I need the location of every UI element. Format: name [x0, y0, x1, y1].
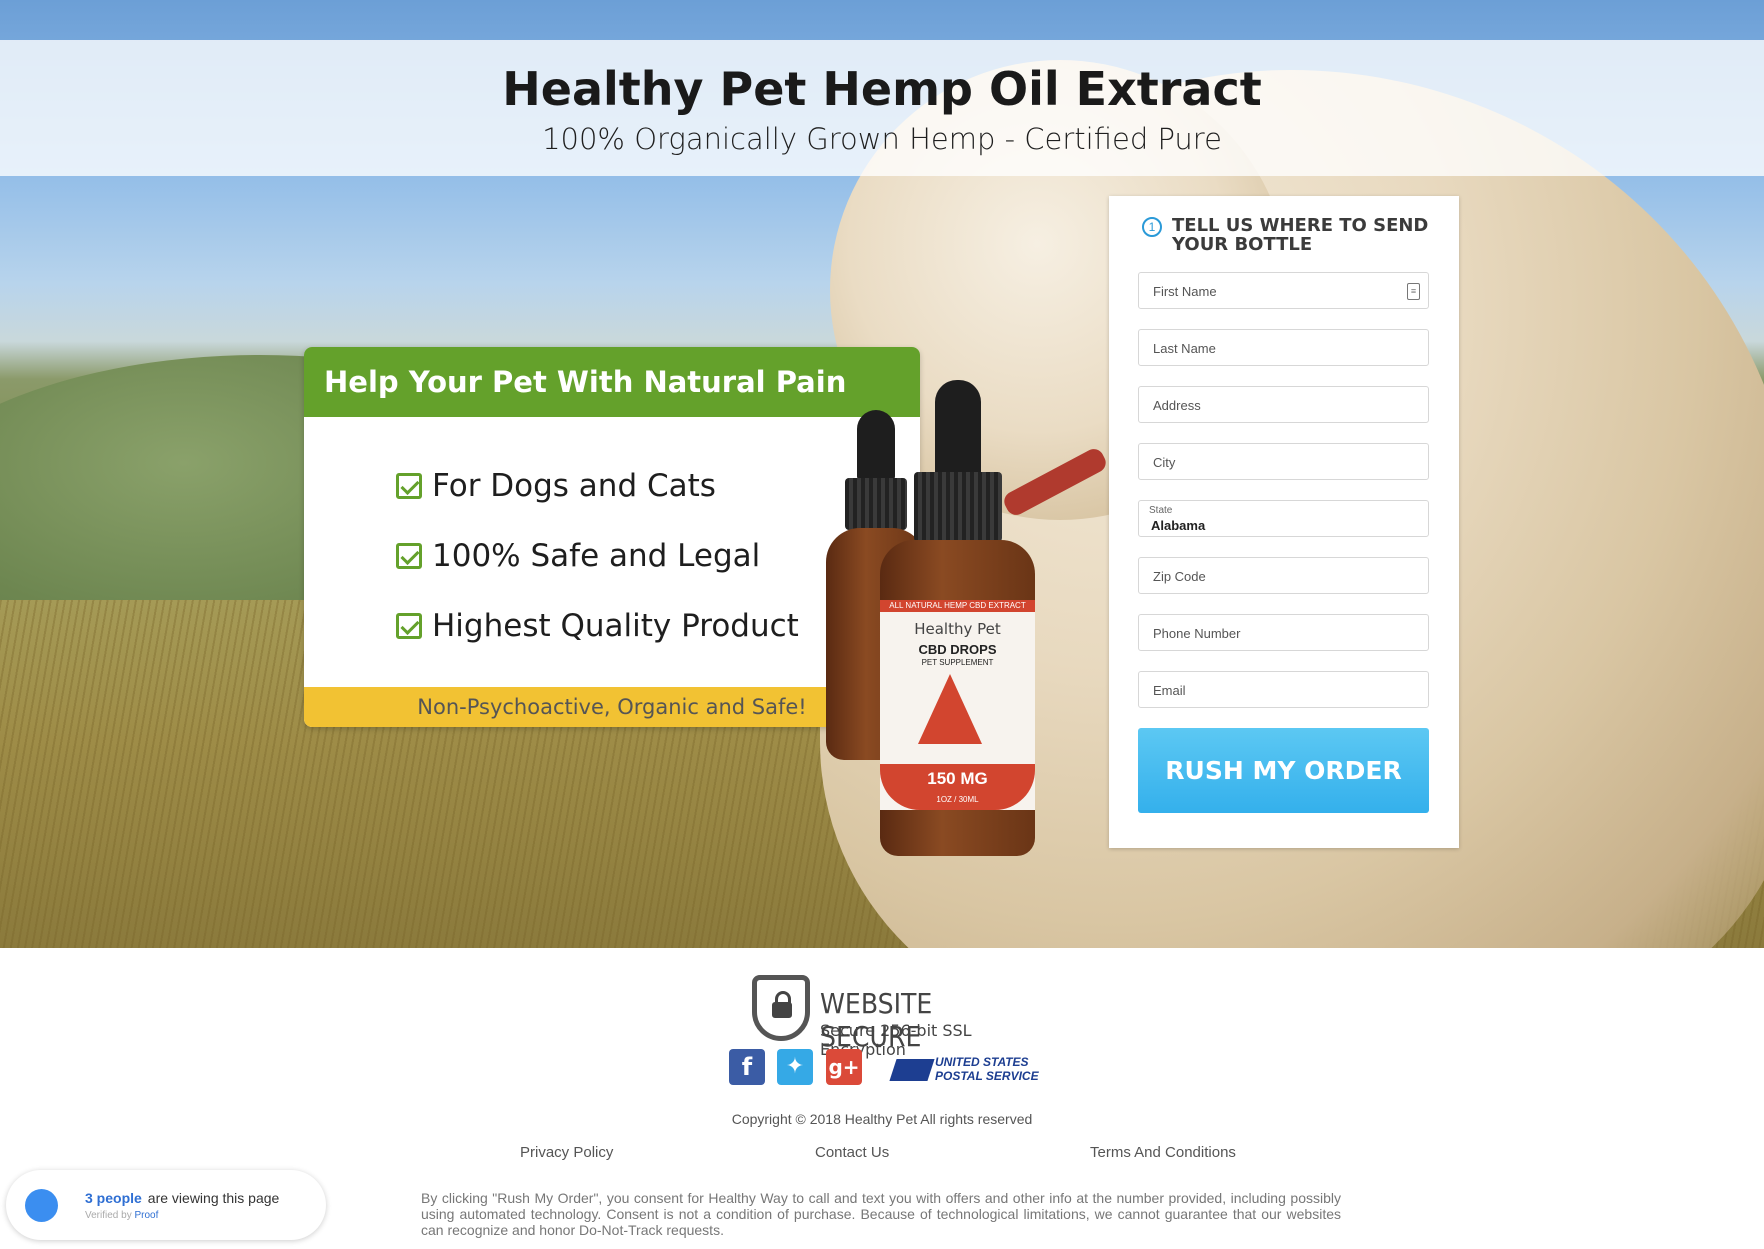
state-label: State [1149, 505, 1173, 516]
city-placeholder: City [1153, 455, 1176, 470]
viewer-text: are viewing this page [147, 1190, 280, 1206]
zip-placeholder: Zip Code [1153, 569, 1206, 584]
email-placeholder: Email [1153, 683, 1186, 698]
copyright-text: Copyright © 2018 Healthy Pet All rights … [731, 1111, 1033, 1127]
label-brand: Healthy Pet [914, 620, 1001, 638]
feature-label: Highest Quality Product [432, 608, 799, 644]
feature-item: For Dogs and Cats [396, 451, 799, 521]
google-plus-icon[interactable]: g+ [826, 1049, 862, 1085]
terms-conditions-link[interactable]: Terms And Conditions [1090, 1144, 1236, 1161]
live-indicator-icon [25, 1189, 58, 1222]
state-value: Alabama [1151, 518, 1206, 533]
email-field[interactable]: Email [1138, 671, 1429, 708]
verified-by-label: Verified by [85, 1210, 132, 1221]
bottle-label: ALL NATURAL HEMP CBD EXTRACT Healthy Pet… [880, 600, 1035, 810]
usps-text: UNITED STATES POSTAL SERVICE [935, 1055, 1039, 1083]
zip-code-field[interactable]: Zip Code [1138, 557, 1429, 594]
product-bottle: ALL NATURAL HEMP CBD EXTRACT Healthy Pet… [880, 380, 1035, 856]
usps-logo: UNITED STATES POSTAL SERVICE [889, 1055, 1043, 1085]
hero-section: Healthy Pet Hemp Oil Extract 100% Organi… [0, 0, 1764, 948]
social-proof-widget[interactable]: 3 people are viewing this page Verified b… [6, 1170, 326, 1240]
usps-line-1: UNITED STATES [935, 1055, 1029, 1069]
label-tagline: ALL NATURAL HEMP CBD EXTRACT [880, 600, 1035, 612]
address-field[interactable]: Address [1138, 386, 1429, 423]
step-number-icon: 1 [1142, 217, 1162, 237]
website-secure-badge: WEBSITE SECURE Secure 256-bit SSL Encryp… [752, 975, 1022, 1059]
order-form: 1 TELL US WHERE TO SEND YOUR BOTTLE Firs… [1109, 196, 1459, 848]
page-title: Healthy Pet Hemp Oil Extract [502, 62, 1262, 116]
consent-disclaimer: By clicking "Rush My Order", you consent… [421, 1190, 1341, 1238]
proof-brand: Proof [134, 1210, 159, 1221]
viewer-count-line: 3 people are viewing this page [85, 1190, 279, 1206]
page-subtitle: 100% Organically Grown Hemp - Certified … [542, 122, 1222, 156]
volume-value: 1OZ / 30ML [936, 795, 979, 804]
feature-item: Highest Quality Product [396, 591, 799, 661]
bottle-cap [913, 472, 1002, 542]
contact-us-link[interactable]: Contact Us [815, 1144, 889, 1161]
bottle-dropper [934, 380, 981, 476]
header-band: Healthy Pet Hemp Oil Extract 100% Organi… [0, 40, 1764, 176]
usps-eagle-icon [889, 1059, 935, 1081]
label-strength: 150 MG 1OZ / 30ML [880, 764, 1035, 810]
facebook-icon[interactable]: f [729, 1049, 765, 1085]
promo-heading: Help Your Pet With Natural Pain Relief [304, 347, 920, 469]
usps-line-2: POSTAL SERVICE [935, 1069, 1039, 1083]
feature-label: For Dogs and Cats [432, 468, 716, 504]
checkbox-icon [396, 613, 422, 639]
phone-placeholder: Phone Number [1153, 626, 1241, 641]
feature-list: For Dogs and Cats 100% Safe and Legal Hi… [396, 451, 799, 661]
checkbox-icon [396, 543, 422, 569]
cat-dog-illustration [918, 674, 982, 744]
rush-my-order-button[interactable]: RUSH MY ORDER [1138, 728, 1429, 813]
feature-label: 100% Safe and Legal [432, 538, 761, 574]
checkbox-icon [396, 473, 422, 499]
city-field[interactable]: City [1138, 443, 1429, 480]
last-name-field[interactable]: Last Name [1138, 329, 1429, 366]
label-product-type: PET SUPPLEMENT [921, 658, 994, 667]
shield-lock-icon [752, 975, 810, 1041]
privacy-policy-link[interactable]: Privacy Policy [520, 1144, 613, 1161]
state-select[interactable]: State Alabama [1138, 500, 1429, 537]
form-title: TELL US WHERE TO SEND YOUR BOTTLE [1172, 215, 1429, 255]
strength-value: 150 MG [927, 769, 988, 788]
twitter-icon[interactable]: ✦ [777, 1049, 813, 1085]
address-placeholder: Address [1153, 398, 1201, 413]
label-product-name: CBD DROPS [918, 642, 997, 657]
phone-field[interactable]: Phone Number [1138, 614, 1429, 651]
last-name-placeholder: Last Name [1153, 341, 1216, 356]
verified-by-line: Verified by Proof [85, 1210, 158, 1221]
feature-item: 100% Safe and Legal [396, 521, 799, 591]
contact-card-icon[interactable]: ≡ [1407, 283, 1420, 300]
first-name-placeholder: First Name [1153, 284, 1217, 299]
first-name-field[interactable]: First Name ≡ [1138, 272, 1429, 309]
viewer-count: 3 people [85, 1190, 142, 1206]
